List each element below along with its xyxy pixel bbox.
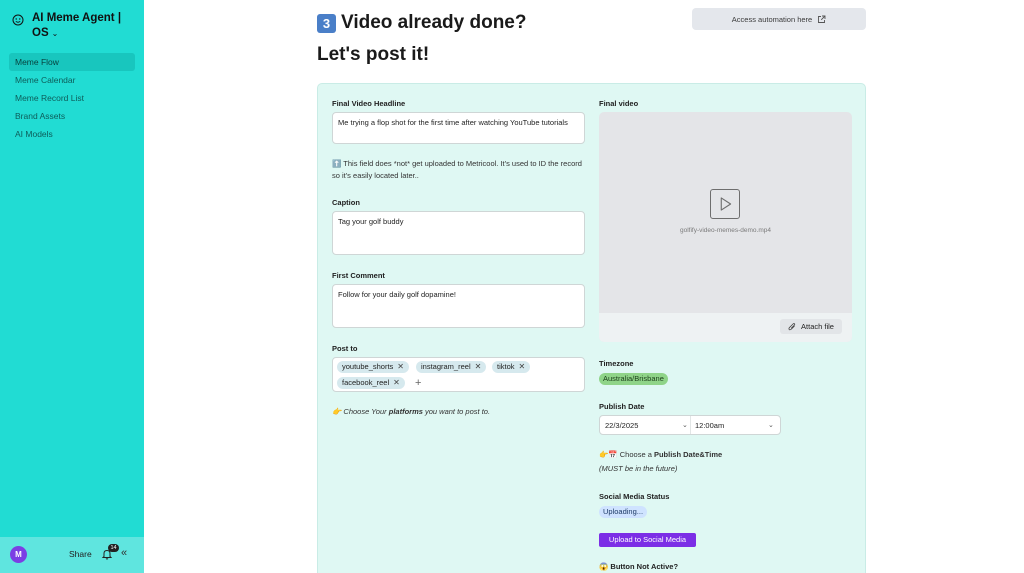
post-to-note-suffix: you want to post to. [422,407,491,416]
chevron-down-icon[interactable]: ⌄ [682,421,688,429]
share-button[interactable]: Share [69,549,92,559]
post-to-label: Post to [332,344,358,353]
page-title: 3 Video already done? [317,12,526,34]
collapse-sidebar-icon[interactable]: « [121,547,127,559]
remove-chip-icon[interactable]: ✕ [519,362,526,371]
button-not-active-heading: 😱 Button Not Active? [599,562,679,571]
social-status-label: Social Media Status [599,492,670,501]
sidebar-nav: Meme Flow Meme Calendar Meme Record List… [9,53,135,143]
remove-chip-icon[interactable]: ✕ [397,362,404,371]
publish-note-line2: (MUST be in the future) [599,464,678,473]
time-select[interactable]: 12:00am [695,421,724,430]
page-subtitle: Let's post it! [317,44,430,65]
final-video-label: Final video [599,99,639,108]
access-automation-button[interactable]: Access automation here [692,8,866,30]
step-number-badge: 3 [317,13,336,33]
attach-file-label: Attach file [801,322,834,331]
headline-field[interactable]: Me trying a flop shot for the first time… [332,112,585,144]
video-filename: golfify-video-memes-demo.mp4 [679,227,772,234]
remove-chip-icon[interactable]: ✕ [393,378,400,387]
caption-label: Caption [332,198,360,207]
sidebar-item-ai-models[interactable]: AI Models [9,125,135,143]
smiley-icon [12,14,24,26]
play-icon[interactable] [710,189,740,219]
workspace-subtitle: OS [32,27,49,39]
platform-chip[interactable]: youtube_shorts ✕ [337,361,409,373]
workspace-title: AI Meme Agent | [32,12,122,24]
sidebar-item-meme-flow[interactable]: Meme Flow [9,53,135,71]
remove-chip-icon[interactable]: ✕ [475,362,482,371]
sidebar: AI Meme Agent | OS ⌄ Meme Flow Meme Calen… [0,0,144,573]
upload-to-social-media-button[interactable]: Upload to Social Media [599,533,696,547]
publish-note-prefix: 👉📅 Choose a [599,450,654,459]
caption-field[interactable]: Tag your golf buddy [332,211,585,255]
platform-chip-label: tiktok [497,362,515,371]
platform-chip-label: youtube_shorts [342,362,394,371]
publish-note: 👉📅 Choose a Publish Date&Time [599,449,722,461]
platform-chip-label: instagram_reel [421,362,471,371]
access-automation-label: Access automation here [731,14,813,24]
publish-date-picker: 22/3/2025 ⌄ 12:00am ⌄ [599,415,781,435]
publish-date-label: Publish Date [599,402,645,411]
sidebar-footer: M Share 14 « [0,537,144,573]
headline-note: ⬆️ This field does *not* get uploaded to… [332,159,582,180]
post-to-note-prefix: 👉 Choose Your [332,407,389,416]
post-to-note: 👉 Choose Your platforms you want to post… [332,406,490,418]
platform-chip[interactable]: tiktok ✕ [492,361,531,373]
timezone-chip: Australia/Brisbane [599,373,668,385]
paperclip-icon [788,323,796,331]
platform-chip[interactable]: facebook_reel ✕ [337,377,405,389]
status-badge: Uploading... [599,506,648,518]
sidebar-item-meme-record-list[interactable]: Meme Record List [9,89,135,107]
platform-chip[interactable]: instagram_reel ✕ [416,361,487,373]
post-to-field[interactable]: youtube_shorts ✕ instagram_reel ✕ tiktok ✕ … [332,357,585,392]
first-comment-field[interactable]: Follow for your daily golf dopamine! [332,284,585,328]
platform-chip-label: facebook_reel [342,378,390,387]
chevron-down-icon[interactable]: ⌄ [768,421,774,429]
date-time-divider [690,416,691,434]
chevron-down-icon: ⌄ [51,29,59,38]
date-input[interactable]: 22/3/2025 [605,421,638,430]
sidebar-item-brand-assets[interactable]: Brand Assets [9,107,135,125]
add-platform-icon[interactable]: + [415,378,421,389]
publish-note-bold: Publish Date&Time [653,450,723,459]
final-video-preview[interactable]: golfify-video-memes-demo.mp4 Attach file [599,112,852,342]
notification-count-badge: 14 [108,544,119,552]
external-link-icon [818,15,826,23]
page-title-text: Video already done? [341,12,527,33]
headline-label: Final Video Headline [332,99,406,108]
post-to-note-bold: platforms [388,407,423,416]
attach-file-button[interactable]: Attach file [780,319,842,334]
first-comment-label: First Comment [332,271,385,280]
workspace-switcher[interactable]: AI Meme Agent | OS ⌄ [12,11,140,41]
timezone-label: Timezone [599,359,634,368]
sidebar-item-meme-calendar[interactable]: Meme Calendar [9,71,135,89]
avatar[interactable]: M [10,546,27,563]
